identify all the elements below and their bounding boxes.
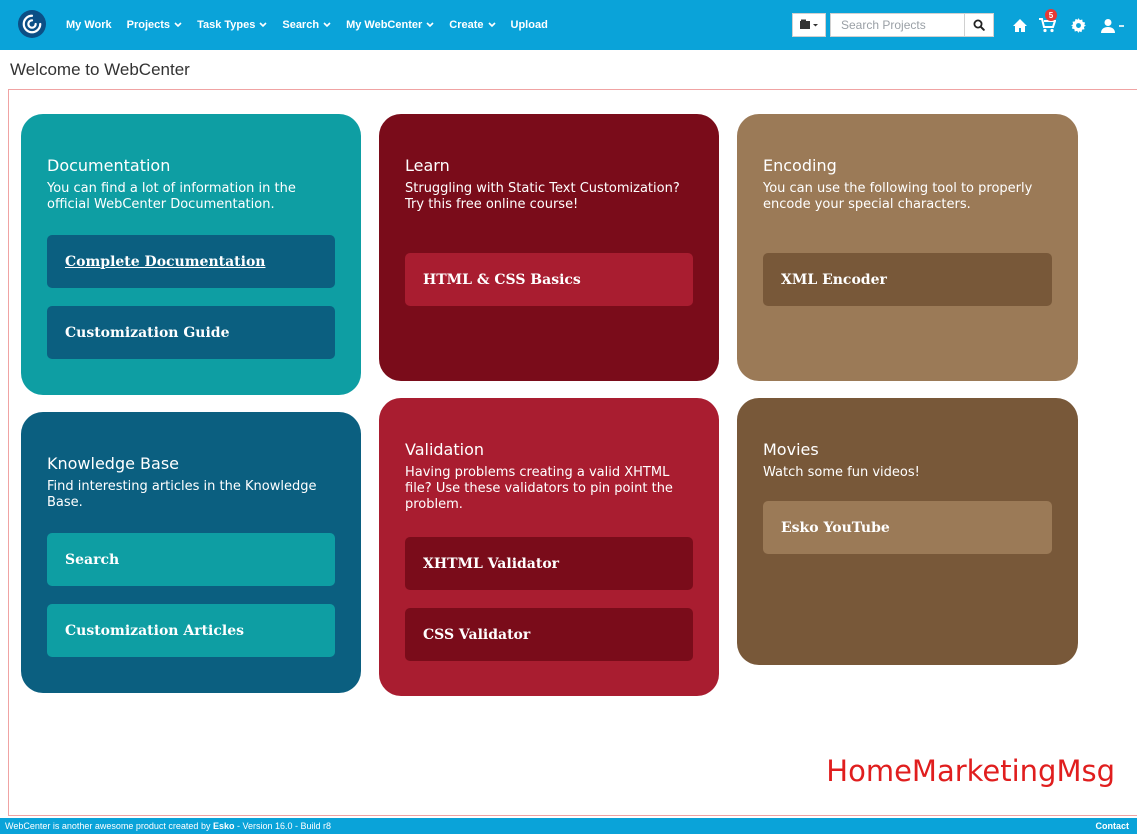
card-title: Validation — [405, 440, 485, 459]
card-title: Encoding — [763, 156, 837, 175]
top-navbar: My Work Projects Task Types Search My We… — [0, 0, 1137, 50]
card-text: Find interesting articles in the Knowled… — [47, 479, 317, 510]
chevron-down-icon — [259, 22, 267, 28]
nav-projects[interactable]: Projects — [127, 19, 182, 31]
card-text: You can use the following tool to proper… — [763, 181, 1033, 212]
footer-brand: Esko — [212, 821, 235, 831]
nav-upload[interactable]: Upload — [511, 19, 548, 31]
card-title: Movies — [763, 440, 819, 459]
html-css-basics-button[interactable]: HTML & CSS Basics — [405, 253, 693, 306]
documentation-card: Documentation You can find a lot of info… — [21, 114, 361, 395]
chevron-down-icon — [323, 22, 331, 28]
nav-my-webcenter[interactable]: My WebCenter — [346, 19, 434, 31]
complete-documentation-button[interactable]: Complete Documentation — [47, 235, 335, 288]
card-text: Struggling with Static Text Customizatio… — [405, 181, 680, 212]
search-projects-input[interactable] — [830, 13, 964, 37]
nav-create[interactable]: Create — [449, 19, 496, 31]
nav-task-types[interactable]: Task Types — [197, 19, 267, 31]
chevron-down-icon — [174, 22, 182, 28]
contact-link[interactable]: Contact — [1096, 821, 1130, 831]
search-button[interactable] — [964, 13, 994, 37]
user-icon — [1101, 18, 1124, 33]
kb-search-button[interactable]: Search — [47, 533, 335, 586]
settings-button[interactable] — [1068, 15, 1088, 35]
chevron-down-icon — [487, 22, 496, 28]
encoding-card: Encoding You can use the following tool … — [737, 114, 1078, 381]
main-menu: My Work Projects Task Types Search My We… — [66, 0, 563, 50]
card-text: Having problems creating a valid XHTML f… — [405, 465, 673, 512]
esko-youtube-button[interactable]: Esko YouTube — [763, 501, 1052, 554]
search-icon — [973, 19, 985, 31]
page-title: Welcome to WebCenter — [10, 60, 190, 79]
webcenter-logo-icon[interactable] — [18, 10, 46, 38]
footer-version: - Version 16.0 - Build r8 — [237, 821, 332, 831]
home-button[interactable] — [1010, 15, 1030, 35]
nav-my-work[interactable]: My Work — [66, 19, 112, 31]
projects-type-icon — [800, 19, 818, 29]
user-menu-button[interactable] — [1098, 15, 1128, 35]
footer-credits: WebCenter is another awesome product cre… — [5, 821, 331, 831]
search-type-dropdown[interactable] — [792, 13, 826, 37]
card-title: Learn — [405, 156, 450, 175]
home-marketing-message: HomeMarketingMsg — [826, 754, 1115, 788]
movies-card: Movies Watch some fun videos! Esko YouTu… — [737, 398, 1078, 665]
customization-articles-button[interactable]: Customization Articles — [47, 604, 335, 657]
card-text: You can find a lot of information in the… — [47, 181, 296, 212]
chevron-down-icon — [426, 22, 434, 28]
footer: WebCenter is another awesome product cre… — [0, 818, 1137, 834]
customization-guide-button[interactable]: Customization Guide — [47, 306, 335, 359]
card-text: Watch some fun videos! — [763, 465, 920, 480]
xhtml-validator-button[interactable]: XHTML Validator — [405, 537, 693, 590]
validation-card: Validation Having problems creating a va… — [379, 398, 719, 696]
home-icon — [1013, 18, 1027, 32]
css-validator-button[interactable]: CSS Validator — [405, 608, 693, 661]
gear-icon — [1070, 17, 1086, 33]
learn-card: Learn Struggling with Static Text Custom… — [379, 114, 719, 381]
cart-count-badge: 5 — [1045, 9, 1057, 21]
card-title: Knowledge Base — [47, 454, 179, 473]
knowledge-base-card: Knowledge Base Find interesting articles… — [21, 412, 361, 693]
xml-encoder-button[interactable]: XML Encoder — [763, 253, 1052, 306]
nav-search[interactable]: Search — [282, 19, 331, 31]
footer-prefix: WebCenter is another awesome product cre… — [5, 821, 211, 831]
card-title: Documentation — [47, 156, 171, 175]
